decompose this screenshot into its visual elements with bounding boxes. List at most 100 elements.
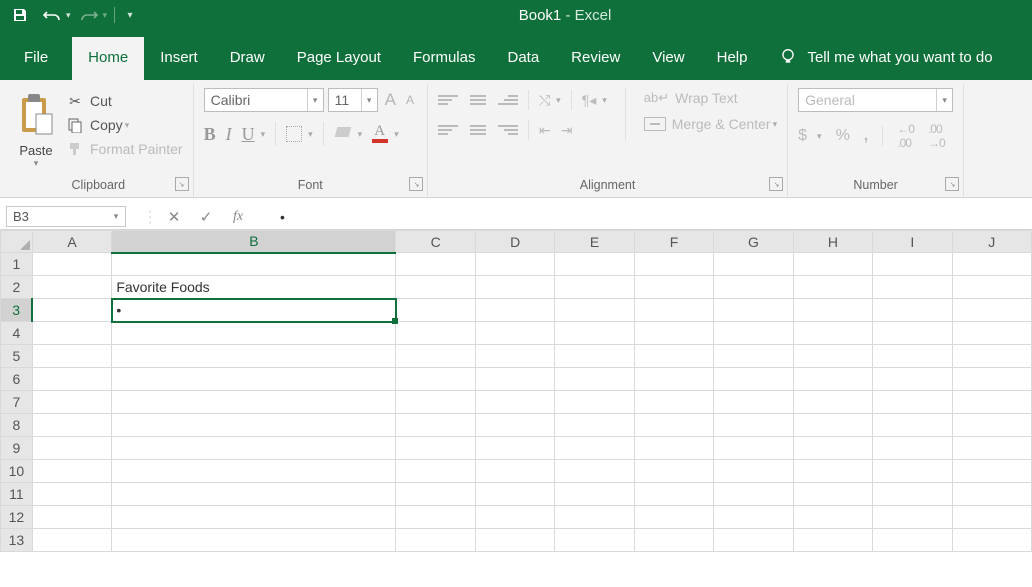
- rtl-dropdown-icon[interactable]: ▾: [602, 95, 607, 106]
- alignment-launcher[interactable]: [769, 177, 783, 191]
- row-header-9[interactable]: 9: [1, 437, 33, 460]
- cell-J2[interactable]: [952, 276, 1031, 299]
- cell-C6[interactable]: [396, 368, 475, 391]
- decrease-decimal-button[interactable]: .00→0: [928, 122, 945, 150]
- cell-F1[interactable]: [634, 253, 713, 276]
- increase-indent-button[interactable]: ⇥: [561, 122, 573, 139]
- cell-E10[interactable]: [555, 460, 634, 483]
- cancel-button[interactable]: ✕: [158, 204, 190, 229]
- column-header-C[interactable]: C: [396, 231, 475, 253]
- tab-data[interactable]: Data: [491, 37, 555, 80]
- cell-J13[interactable]: [952, 529, 1031, 552]
- accounting-dropdown-icon[interactable]: ▾: [817, 131, 822, 142]
- cell-D8[interactable]: [475, 414, 554, 437]
- cell-J10[interactable]: [952, 460, 1031, 483]
- cell-J9[interactable]: [952, 437, 1031, 460]
- cell-E4[interactable]: [555, 322, 634, 345]
- underline-dropdown-icon[interactable]: ▾: [261, 129, 266, 140]
- cell-F4[interactable]: [634, 322, 713, 345]
- cell-J7[interactable]: [952, 391, 1031, 414]
- cell-F6[interactable]: [634, 368, 713, 391]
- cell-E2[interactable]: [555, 276, 634, 299]
- cell-I13[interactable]: [873, 529, 952, 552]
- column-header-E[interactable]: E: [555, 231, 634, 253]
- cell-I5[interactable]: [873, 345, 952, 368]
- cell-I8[interactable]: [873, 414, 952, 437]
- clipboard-launcher[interactable]: [175, 177, 189, 191]
- cell-D4[interactable]: [475, 322, 554, 345]
- orientation-dropdown-icon[interactable]: ▾: [556, 95, 561, 106]
- cell-A5[interactable]: [32, 345, 111, 368]
- bold-button[interactable]: B: [204, 124, 216, 145]
- align-center-button[interactable]: [468, 123, 488, 137]
- fill-dropdown-icon[interactable]: ▾: [358, 129, 363, 140]
- cell-D11[interactable]: [475, 483, 554, 506]
- cell-E1[interactable]: [555, 253, 634, 276]
- cell-B8[interactable]: [112, 414, 396, 437]
- cell-G12[interactable]: [714, 506, 793, 529]
- tell-me-search[interactable]: Tell me what you want to do: [763, 48, 1008, 80]
- cell-C13[interactable]: [396, 529, 475, 552]
- decrease-indent-button[interactable]: ⇤: [539, 122, 551, 139]
- cell-G3[interactable]: [714, 299, 793, 322]
- cell-F11[interactable]: [634, 483, 713, 506]
- redo-dropdown-icon[interactable]: ▾: [103, 10, 108, 21]
- cell-D10[interactable]: [475, 460, 554, 483]
- cell-G5[interactable]: [714, 345, 793, 368]
- cell-H12[interactable]: [793, 506, 872, 529]
- cell-C2[interactable]: [396, 276, 475, 299]
- row-header-12[interactable]: 12: [1, 506, 33, 529]
- merge-dropdown-icon[interactable]: ▾: [773, 119, 778, 130]
- cell-C5[interactable]: [396, 345, 475, 368]
- tab-view[interactable]: View: [636, 37, 700, 80]
- cell-J8[interactable]: [952, 414, 1031, 437]
- cell-C10[interactable]: [396, 460, 475, 483]
- percent-format-button[interactable]: %: [836, 127, 850, 145]
- cell-I7[interactable]: [873, 391, 952, 414]
- undo-button[interactable]: [38, 4, 66, 26]
- cell-A3[interactable]: [32, 299, 111, 322]
- font-size-combo[interactable]: 11 ▾: [328, 88, 378, 112]
- cell-D9[interactable]: [475, 437, 554, 460]
- tab-formulas[interactable]: Formulas: [397, 37, 492, 80]
- cell-C8[interactable]: [396, 414, 475, 437]
- tab-file[interactable]: File: [0, 37, 72, 80]
- format-painter-button[interactable]: Format Painter: [66, 140, 183, 158]
- redo-button[interactable]: [75, 4, 103, 26]
- cell-A6[interactable]: [32, 368, 111, 391]
- cell-J6[interactable]: [952, 368, 1031, 391]
- increase-decimal-button[interactable]: ←0.00: [897, 122, 914, 150]
- cell-C12[interactable]: [396, 506, 475, 529]
- cell-I6[interactable]: [873, 368, 952, 391]
- row-header-4[interactable]: 4: [1, 322, 33, 345]
- copy-button[interactable]: Copy ▾: [66, 116, 183, 134]
- chevron-down-icon[interactable]: ▾: [107, 211, 125, 222]
- cell-G10[interactable]: [714, 460, 793, 483]
- cell-B13[interactable]: [112, 529, 396, 552]
- tab-insert[interactable]: Insert: [144, 37, 214, 80]
- cell-I12[interactable]: [873, 506, 952, 529]
- cell-A11[interactable]: [32, 483, 111, 506]
- cell-C4[interactable]: [396, 322, 475, 345]
- row-header-5[interactable]: 5: [1, 345, 33, 368]
- cell-B6[interactable]: [112, 368, 396, 391]
- cell-I4[interactable]: [873, 322, 952, 345]
- row-header-1[interactable]: 1: [1, 253, 33, 276]
- column-header-F[interactable]: F: [634, 231, 713, 253]
- cell-B12[interactable]: [112, 506, 396, 529]
- fill-color-button[interactable]: [334, 127, 352, 141]
- cell-F2[interactable]: [634, 276, 713, 299]
- cell-A1[interactable]: [32, 253, 111, 276]
- cell-I3[interactable]: [873, 299, 952, 322]
- cell-G6[interactable]: [714, 368, 793, 391]
- cell-D7[interactable]: [475, 391, 554, 414]
- column-header-B[interactable]: B: [112, 231, 396, 253]
- cell-H3[interactable]: [793, 299, 872, 322]
- paste-button[interactable]: Paste ▾: [14, 88, 58, 169]
- cell-H11[interactable]: [793, 483, 872, 506]
- cell-D12[interactable]: [475, 506, 554, 529]
- cell-D2[interactable]: [475, 276, 554, 299]
- cell-J3[interactable]: [952, 299, 1031, 322]
- align-right-button[interactable]: [498, 123, 518, 137]
- italic-button[interactable]: I: [226, 124, 232, 145]
